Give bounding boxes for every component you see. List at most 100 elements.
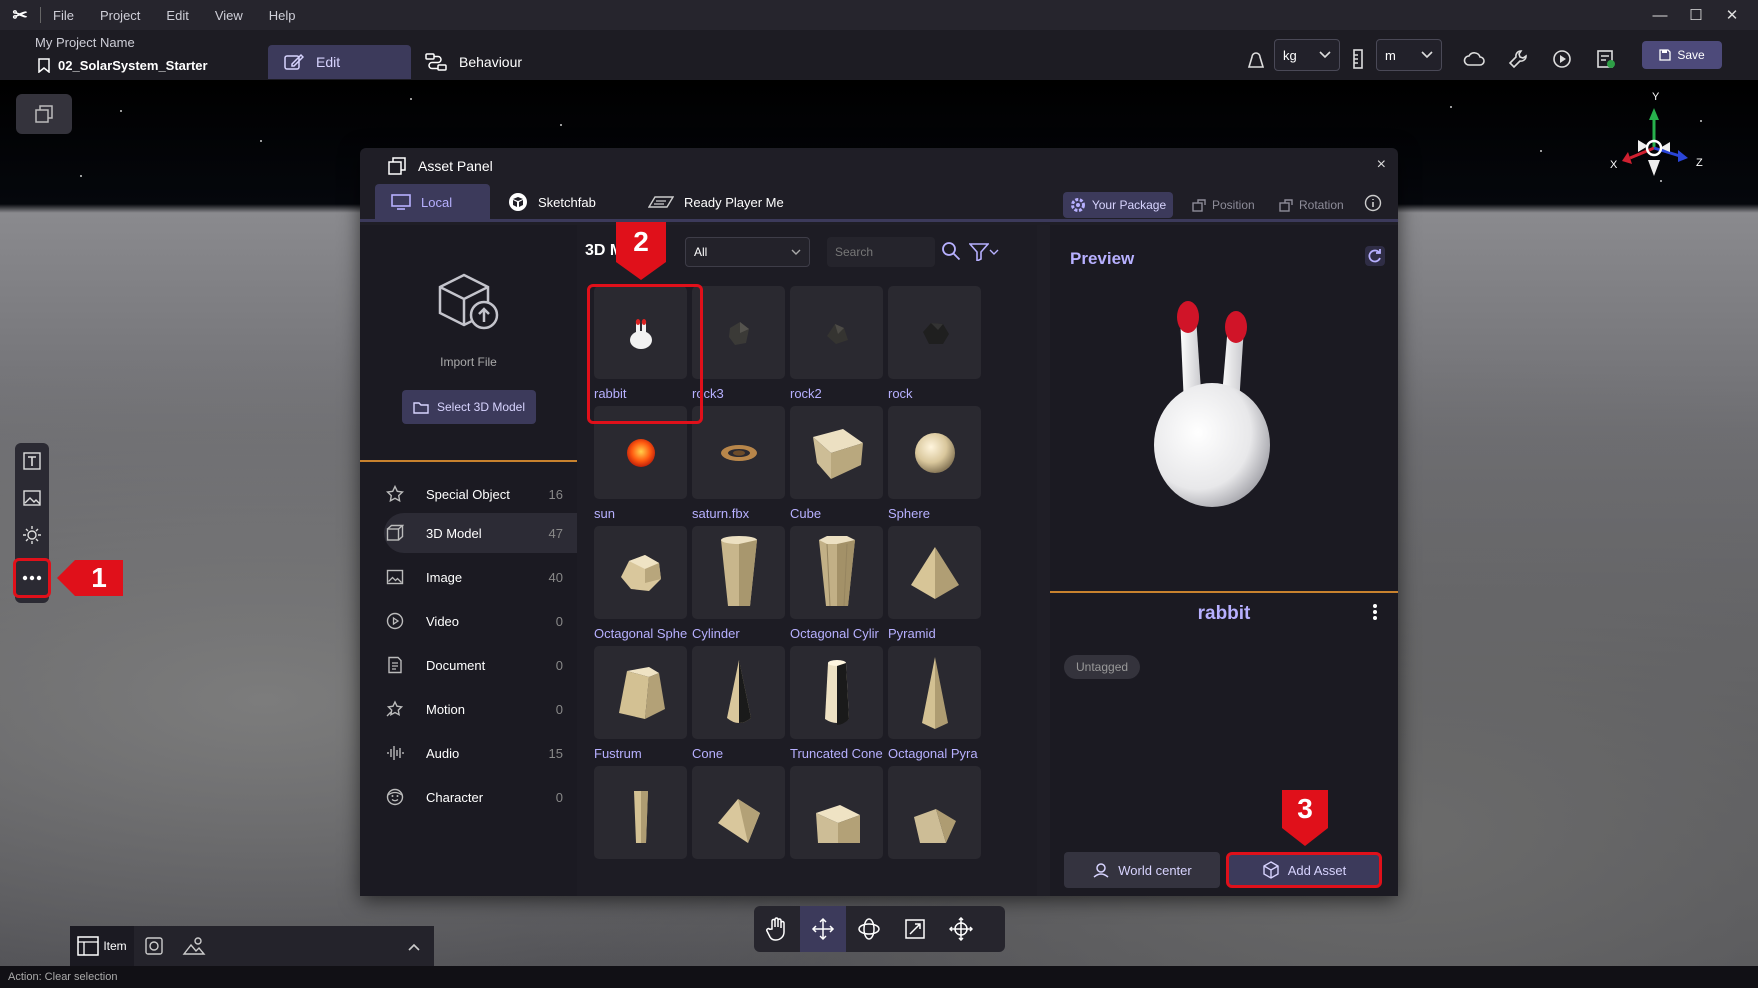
- your-package-button[interactable]: Your Package: [1063, 192, 1173, 218]
- info-icon[interactable]: [1364, 194, 1382, 212]
- publish-icon[interactable]: [1594, 45, 1618, 73]
- asset-name: Octagonal Pyra: [888, 746, 978, 761]
- asset-tile-cone[interactable]: Cone: [692, 646, 785, 764]
- add-asset-icon: [1263, 861, 1279, 879]
- asset-name: Fustrum: [594, 746, 642, 761]
- chevron-down-icon: [1421, 51, 1433, 59]
- asset-tile[interactable]: [888, 766, 981, 884]
- filter-icon[interactable]: [969, 241, 1003, 263]
- scene-name: 02_SolarSystem_Starter: [58, 58, 208, 73]
- menu-edit[interactable]: Edit: [166, 8, 188, 23]
- asset-tile-octagonal-cylinder[interactable]: Octagonal Cylir: [790, 526, 883, 644]
- chevron-up-icon[interactable]: [408, 939, 420, 954]
- category-video[interactable]: Video 0: [384, 601, 577, 641]
- tab-sketchfab[interactable]: Sketchfab: [508, 184, 596, 220]
- world-center-button[interactable]: World center: [1064, 852, 1220, 888]
- move-tool-icon[interactable]: [800, 906, 846, 952]
- asset-name: Sphere: [888, 506, 930, 521]
- asset-tile-rock3[interactable]: rock3: [692, 286, 785, 404]
- asset-thumbnail: [888, 646, 981, 739]
- document-icon: [384, 656, 406, 674]
- transform-all-tool-icon[interactable]: [938, 906, 984, 952]
- text-tool-icon[interactable]: [20, 449, 44, 473]
- position-toggle[interactable]: Position: [1192, 192, 1255, 218]
- close-panel-button[interactable]: ×: [1377, 156, 1386, 174]
- asset-panel-title: Asset Panel: [418, 158, 493, 174]
- cloud-icon[interactable]: [1462, 45, 1486, 73]
- asset-tile-cube[interactable]: Cube: [790, 406, 883, 524]
- star: [1450, 106, 1452, 108]
- category-motion[interactable]: Motion 0: [384, 689, 577, 729]
- category-image[interactable]: Image 40: [384, 557, 577, 597]
- category-audio[interactable]: Audio 15: [384, 733, 577, 773]
- image-tool-icon[interactable]: [20, 486, 44, 510]
- search-input[interactable]: [827, 237, 935, 267]
- menu-help[interactable]: Help: [269, 8, 296, 23]
- asset-tile[interactable]: [790, 766, 883, 884]
- category-character[interactable]: Character 0: [384, 777, 577, 817]
- tag-badge[interactable]: Untagged: [1064, 655, 1141, 679]
- asset-tile-pyramid[interactable]: Pyramid: [888, 526, 981, 644]
- tab-behaviour[interactable]: Behaviour: [425, 45, 522, 79]
- asset-tile-rock[interactable]: rock: [888, 286, 981, 404]
- asset-tile-truncated-cone[interactable]: Truncated Cone: [790, 646, 883, 764]
- video-play-icon: [384, 612, 406, 630]
- monitor-icon: [391, 194, 411, 210]
- star: [80, 175, 82, 177]
- light-tool-icon[interactable]: [20, 523, 44, 547]
- camera-settings-icon[interactable]: [134, 926, 174, 966]
- preview-pane: Preview rabbit Untagged World center Add…: [1050, 225, 1398, 896]
- scale-tool-icon[interactable]: [892, 906, 938, 952]
- rotation-toggle[interactable]: Rotation: [1279, 192, 1344, 218]
- mass-unit-select[interactable]: kg: [1274, 39, 1340, 71]
- rotate-tool-icon[interactable]: [846, 906, 892, 952]
- gear-icon: [1070, 198, 1085, 212]
- asset-name: rock: [888, 386, 913, 401]
- tab-ready-player-me[interactable]: Ready Player Me: [648, 184, 784, 220]
- add-asset-button[interactable]: Add Asset: [1226, 852, 1382, 888]
- asset-name: Octagonal Cylir: [790, 626, 879, 641]
- asset-tile-rock2[interactable]: rock2: [790, 286, 883, 404]
- save-button[interactable]: Save: [1642, 41, 1722, 69]
- maximize-button[interactable]: ☐: [1678, 6, 1714, 24]
- more-options-button[interactable]: [13, 558, 51, 598]
- scene-selector[interactable]: 02_SolarSystem_Starter: [38, 58, 208, 73]
- menu-project[interactable]: Project: [100, 8, 140, 23]
- item-tab[interactable]: Item: [70, 926, 134, 966]
- axis-gizmo[interactable]: Y X Z: [1608, 88, 1708, 188]
- asset-thumbnail: [594, 526, 687, 619]
- asset-thumbnail: [594, 766, 687, 859]
- tab-edit[interactable]: Edit: [268, 45, 411, 79]
- tab-local[interactable]: Local: [375, 184, 490, 220]
- category-special-object[interactable]: Special Object 16: [384, 474, 577, 514]
- asset-options-button[interactable]: [1372, 603, 1378, 626]
- close-window-button[interactable]: ✕: [1714, 6, 1750, 24]
- asset-tile-octagonal-pyramid[interactable]: Octagonal Pyra: [888, 646, 981, 764]
- asset-tile[interactable]: [594, 766, 687, 884]
- asset-tile-octagonal-sphere[interactable]: Octagonal Sphe: [594, 526, 687, 644]
- category-3d-model[interactable]: 3D Model 47: [384, 513, 577, 553]
- asset-tile-saturn[interactable]: saturn.fbx: [692, 406, 785, 524]
- environment-icon[interactable]: [174, 926, 214, 966]
- select-3d-model-button[interactable]: Select 3D Model: [402, 390, 536, 424]
- menu-file[interactable]: File: [53, 8, 74, 23]
- refresh-preview-icon[interactable]: [1364, 245, 1386, 267]
- asset-name: Pyramid: [888, 626, 936, 641]
- play-icon[interactable]: [1550, 45, 1574, 73]
- menu-view[interactable]: View: [215, 8, 243, 23]
- minimize-button[interactable]: —: [1642, 7, 1678, 24]
- panel-icon: [388, 157, 406, 175]
- category-document[interactable]: Document 0: [384, 645, 577, 685]
- asset-thumbnail: [790, 286, 883, 379]
- wrench-icon[interactable]: [1506, 45, 1530, 73]
- menu-bar: ✂ File Project Edit View Help: [0, 0, 1758, 30]
- length-unit-select[interactable]: m: [1376, 39, 1442, 71]
- hand-tool-icon[interactable]: [754, 906, 800, 952]
- asset-tile-fustrum[interactable]: Fustrum: [594, 646, 687, 764]
- search-icon[interactable]: [941, 241, 963, 263]
- type-filter-select[interactable]: All: [685, 237, 810, 267]
- asset-tile-cylinder[interactable]: Cylinder: [692, 526, 785, 644]
- view-toggle-button[interactable]: [16, 94, 72, 134]
- asset-tile[interactable]: [692, 766, 785, 884]
- asset-tile-sphere[interactable]: Sphere: [888, 406, 981, 524]
